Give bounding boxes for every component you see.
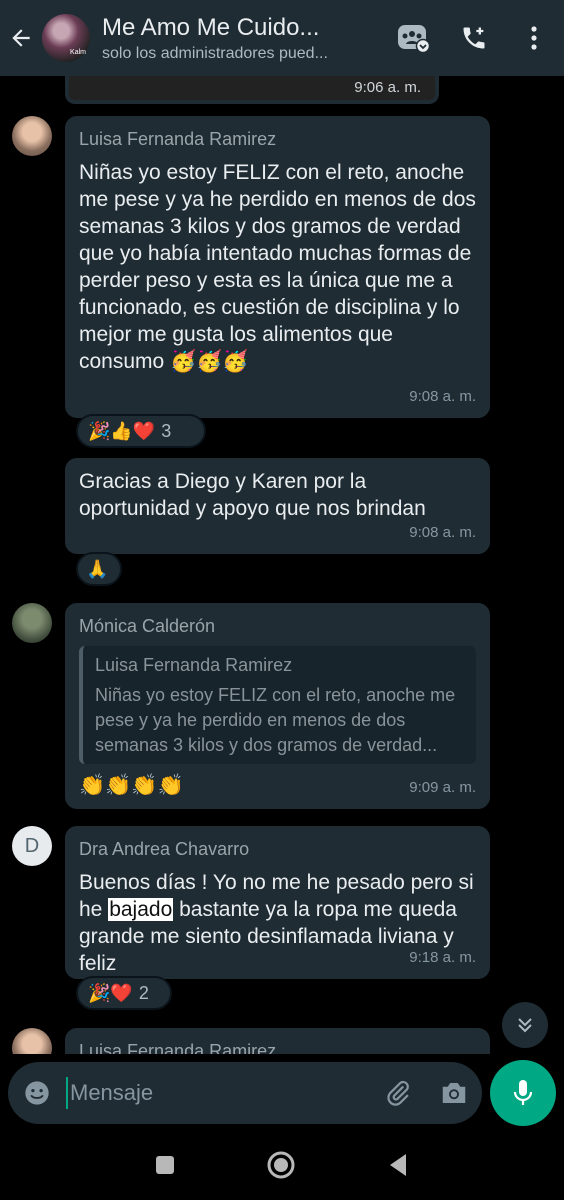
message-emojis: 🥳🥳🥳 — [170, 350, 249, 373]
reactions-pill[interactable]: 🎉❤️ 2 — [76, 976, 172, 1010]
message-bubble[interactable]: Dra Andrea Chavarro Buenos días ! Yo no … — [65, 826, 490, 979]
emoji-icon[interactable] — [8, 1079, 66, 1107]
quoted-text: Niñas yo estoy FELIZ con el reto, anoche… — [95, 685, 456, 755]
reaction-count: 3 — [161, 420, 172, 441]
add-call-icon[interactable] — [444, 8, 504, 68]
message-time: 9:18 a. m. — [409, 949, 476, 966]
chat-title-area[interactable]: Me Amo Me Cuido... solo los administrado… — [102, 14, 384, 63]
composer — [8, 1062, 482, 1124]
system-navigation-bar — [0, 1134, 564, 1200]
message-time: 9:06 a. m. — [354, 79, 421, 96]
chat-title: Me Amo Me Cuido... — [102, 13, 320, 41]
reaction-emojis: 🙏 — [86, 558, 109, 579]
reaction-emojis: 🎉👍❤️ — [88, 420, 156, 441]
group-avatar[interactable]: Kalm — [42, 14, 90, 62]
sender-name: Mónica Calderón — [79, 616, 216, 636]
reaction-emojis: 🎉❤️ — [88, 982, 133, 1003]
reaction-count: 2 — [138, 982, 149, 1003]
message-text: Niñas yo estoy FELIZ con el reto, anoche… — [79, 161, 476, 373]
highlighted-word: bajado — [108, 898, 174, 921]
message-bubble[interactable]: Luisa Fernanda Ramirez Niñas yo estoy FE… — [65, 116, 490, 418]
chat-subtitle: solo los administradores pued... — [102, 44, 328, 62]
message-text: Gracias a Diego y Karen por la oportunid… — [79, 470, 426, 520]
recents-icon[interactable] — [154, 1154, 176, 1181]
message-list[interactable]: 9:06 a. m. Luisa Fernanda Ramirez Niñas … — [0, 76, 564, 1054]
camera-icon[interactable] — [426, 1080, 482, 1106]
group-avatar-caption: Kalm — [70, 49, 86, 56]
home-icon[interactable] — [266, 1150, 296, 1185]
message-time: 9:08 a. m. — [409, 388, 476, 405]
reactions-pill[interactable]: 🎉👍❤️ 3 — [76, 414, 206, 448]
reactions-pill[interactable]: 🙏 — [76, 552, 122, 586]
sender-name: Luisa Fernanda Ramirez — [79, 1041, 277, 1054]
message-time: 9:08 a. m. — [409, 524, 476, 541]
more-vert-icon[interactable] — [504, 8, 564, 68]
back-nav-icon[interactable] — [386, 1152, 410, 1183]
media-message[interactable]: 9:06 a. m. — [65, 76, 439, 104]
sender-name: Dra Andrea Chavarro — [79, 839, 250, 859]
scroll-down-button[interactable] — [502, 1002, 548, 1048]
message-bubble[interactable]: Mónica Calderón Luisa Fernanda Ramirez N… — [65, 603, 490, 809]
mic-icon — [513, 1080, 533, 1105]
avatar[interactable] — [12, 116, 52, 156]
mic-button[interactable] — [490, 1060, 556, 1126]
sender-name: Luisa Fernanda Ramirez — [79, 129, 277, 149]
message-bubble[interactable]: Gracias a Diego y Karen por la oportunid… — [65, 458, 490, 554]
message-input[interactable] — [66, 1077, 370, 1109]
avatar[interactable]: D — [12, 826, 52, 866]
back-arrow-icon[interactable] — [0, 25, 42, 51]
avatar[interactable] — [12, 603, 52, 643]
chat-header: Kalm Me Amo Me Cuido... solo los adminis… — [0, 0, 564, 76]
community-icon[interactable] — [384, 8, 444, 68]
quoted-sender: Luisa Fernanda Ramirez — [95, 655, 293, 675]
attach-icon[interactable] — [370, 1079, 426, 1107]
message-time: 9:09 a. m. — [409, 779, 476, 796]
double-chevron-down-icon — [518, 1018, 532, 1033]
quoted-message[interactable]: Luisa Fernanda Ramirez Niñas yo estoy FE… — [79, 646, 476, 764]
avatar[interactable] — [12, 1028, 52, 1054]
message-bubble[interactable]: Luisa Fernanda Ramirez — [65, 1028, 490, 1054]
